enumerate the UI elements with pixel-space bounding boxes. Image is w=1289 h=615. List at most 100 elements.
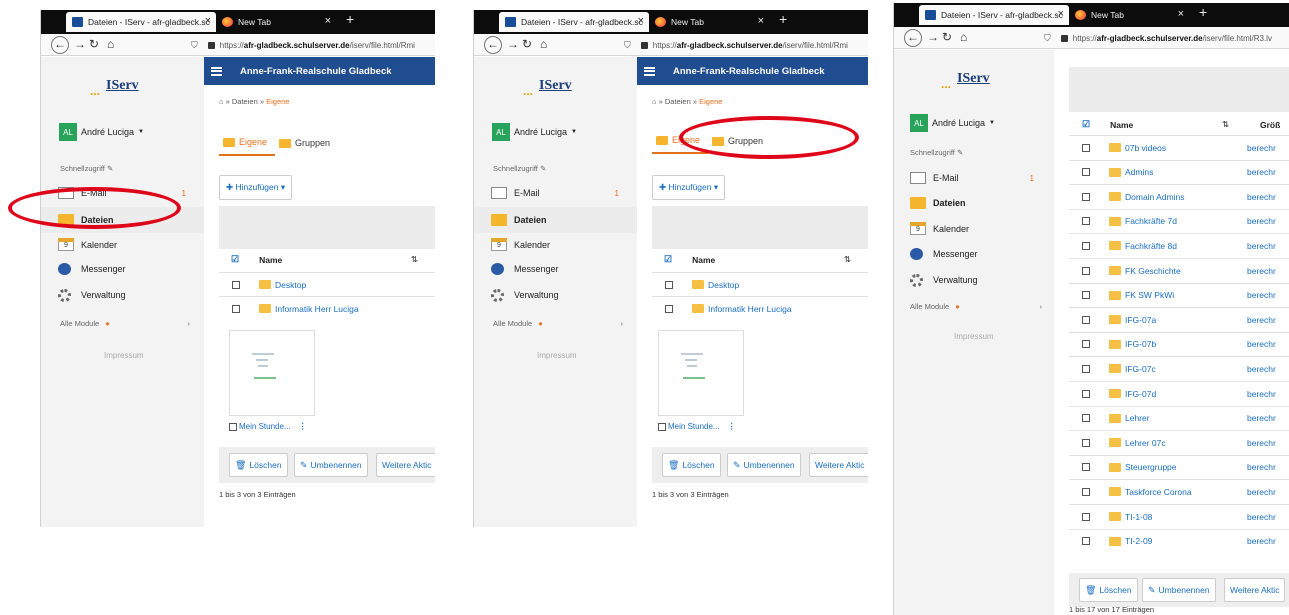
back-arrow-icon[interactable]: ←: [51, 36, 69, 54]
more-vertical-icon[interactable]: ⋮: [728, 422, 736, 431]
table-row[interactable]: Desktop: [652, 272, 868, 296]
row-checkbox[interactable]: [1082, 340, 1090, 349]
browser-tab-new[interactable]: New Tab ×: [649, 12, 769, 32]
table-row[interactable]: Fachkräfte 8d berechr: [1069, 233, 1289, 257]
row-checkbox[interactable]: [1082, 168, 1090, 177]
table-row[interactable]: FK SW PkWi berechr: [1069, 282, 1289, 307]
select-all-icon[interactable]: ☑: [1082, 119, 1090, 130]
table-row[interactable]: Steuergruppe berechr: [1069, 454, 1289, 479]
row-checkbox[interactable]: [1082, 291, 1090, 300]
row-checkbox[interactable]: [1082, 463, 1090, 472]
url-bar[interactable]: ⛉ https://afr-gladbeck.schulserver.de/is…: [191, 37, 435, 53]
tab-groups[interactable]: Gruppen: [708, 130, 771, 154]
iserv-logo[interactable]: IServ: [957, 71, 990, 87]
iserv-logo[interactable]: IServ: [539, 78, 572, 94]
tab-close-icon[interactable]: ×: [325, 15, 331, 27]
row-name[interactable]: Domain Admins: [1125, 192, 1185, 202]
reload-icon[interactable]: ↻: [522, 37, 532, 51]
row-checkbox[interactable]: [665, 304, 673, 313]
forward-arrow-icon[interactable]: →: [74, 37, 86, 51]
hamburger-menu-icon[interactable]: [211, 66, 222, 76]
sidebar-item-files[interactable]: Dateien: [474, 207, 637, 233]
impressum-link[interactable]: Impressum: [104, 351, 144, 360]
file-checkbox[interactable]: [229, 422, 237, 431]
browser-tab-new[interactable]: New Tab ×: [1069, 5, 1189, 25]
table-row[interactable]: TI-1-08 berechr: [1069, 504, 1289, 528]
file-label[interactable]: Mein Stunde... ⋮: [229, 422, 307, 431]
file-thumbnail[interactable]: [229, 330, 315, 416]
row-name[interactable]: IFG-07d: [1125, 389, 1156, 399]
table-row[interactable]: FK Geschichte berechr: [1069, 258, 1289, 282]
sidebar-item-files[interactable]: Dateien: [41, 207, 204, 233]
user-menu[interactable]: AL André Luciga ▼: [59, 123, 144, 141]
iserv-logo[interactable]: IServ: [106, 78, 139, 94]
table-row[interactable]: IFG-07a berechr: [1069, 307, 1289, 331]
add-button[interactable]: ✚ Hinzufügen ▾: [652, 175, 726, 200]
row-name[interactable]: Fachkräfte 7d: [1125, 216, 1177, 226]
row-checkbox[interactable]: [232, 304, 240, 313]
tab-close-icon[interactable]: ×: [1058, 8, 1064, 20]
table-row[interactable]: Taskforce Corona berechr: [1069, 479, 1289, 503]
table-row[interactable]: Admins berechr: [1069, 159, 1289, 184]
sidebar-item-admin[interactable]: Verwaltung: [491, 285, 559, 305]
row-name[interactable]: Lehrer 07c: [1125, 438, 1166, 448]
file-checkbox[interactable]: [658, 422, 666, 431]
sort-icon[interactable]: ⇅: [844, 254, 851, 265]
tab-groups[interactable]: Gruppen: [275, 132, 338, 156]
table-row[interactable]: IFG-07b berechr: [1069, 331, 1289, 356]
impressum-link[interactable]: Impressum: [537, 351, 577, 360]
sidebar-item-messenger[interactable]: Messenger: [910, 244, 978, 264]
new-tab-plus-icon[interactable]: +: [346, 11, 354, 27]
row-name[interactable]: IFG-07b: [1125, 339, 1156, 349]
browser-tab-iserv[interactable]: Dateien - IServ - afr-gladbeck.sc ×: [66, 12, 216, 32]
forward-arrow-icon[interactable]: →: [927, 30, 939, 44]
sidebar-item-mail[interactable]: E-Mail 1: [491, 183, 631, 203]
row-checkbox[interactable]: [1082, 143, 1090, 152]
sidebar-item-admin[interactable]: Verwaltung: [58, 285, 126, 305]
table-row[interactable]: Lehrer berechr: [1069, 405, 1289, 430]
browser-tab-new[interactable]: New Tab ×: [216, 12, 336, 32]
user-menu[interactable]: AL André Luciga ▼: [910, 114, 995, 132]
row-checkbox[interactable]: [665, 280, 673, 289]
row-name[interactable]: FK SW PkWi: [1125, 290, 1174, 300]
reload-icon[interactable]: ↻: [942, 30, 952, 44]
all-modules[interactable]: Alle Module ● ›: [910, 302, 1042, 311]
row-checkbox[interactable]: [1082, 389, 1090, 398]
sidebar-item-calendar[interactable]: 9 Kalender: [58, 235, 117, 255]
table-row[interactable]: Informatik Herr Luciga: [219, 296, 435, 320]
table-row[interactable]: Fachkräfte 7d berechr: [1069, 208, 1289, 233]
rename-button[interactable]: ✎ Umbenennen: [1142, 578, 1216, 602]
file-label[interactable]: Mein Stunde... ⋮: [658, 422, 736, 431]
sidebar-item-files[interactable]: Dateien: [910, 193, 966, 213]
tab-own[interactable]: Eigene: [652, 130, 709, 154]
shortcut-label[interactable]: Schnellzugriff ✎: [493, 164, 546, 173]
url-bar[interactable]: ⛉ https://afr-gladbeck.schulserver.de/is…: [624, 37, 868, 53]
home-icon[interactable]: ⌂: [219, 97, 224, 106]
table-row[interactable]: Domain Admins berechr: [1069, 184, 1289, 208]
new-tab-plus-icon[interactable]: +: [779, 11, 787, 27]
table-row[interactable]: Informatik Herr Luciga: [652, 296, 868, 320]
delete-button[interactable]: 🗑 Löschen: [662, 453, 721, 477]
sidebar-item-messenger[interactable]: Messenger: [58, 259, 126, 279]
table-row[interactable]: 07b videos berechr: [1069, 135, 1289, 159]
reload-icon[interactable]: ↻: [89, 37, 99, 51]
row-checkbox[interactable]: [1082, 537, 1090, 546]
table-row[interactable]: Lehrer 07c berechr: [1069, 430, 1289, 454]
row-name[interactable]: IFG-07a: [1125, 315, 1156, 325]
sidebar-item-calendar[interactable]: 9 Kalender: [491, 235, 550, 255]
tab-close-icon[interactable]: ×: [758, 15, 764, 27]
row-checkbox[interactable]: [1082, 487, 1090, 496]
home-icon[interactable]: ⌂: [652, 97, 657, 106]
sort-icon[interactable]: ⇅: [1222, 119, 1229, 130]
sidebar-item-calendar[interactable]: 9 Kalender: [910, 219, 969, 239]
user-menu[interactable]: AL André Luciga ▼: [492, 123, 577, 141]
impressum-link[interactable]: Impressum: [954, 332, 994, 341]
home-icon[interactable]: ⌂: [960, 30, 967, 44]
row-checkbox[interactable]: [232, 280, 240, 289]
sidebar-item-admin[interactable]: Verwaltung: [910, 270, 978, 290]
forward-arrow-icon[interactable]: →: [507, 37, 519, 51]
add-button[interactable]: ✚ Hinzufügen ▾: [219, 175, 293, 200]
back-arrow-icon[interactable]: ←: [484, 36, 502, 54]
row-name[interactable]: 07b videos: [1125, 143, 1166, 153]
hamburger-menu-icon[interactable]: [644, 66, 655, 76]
